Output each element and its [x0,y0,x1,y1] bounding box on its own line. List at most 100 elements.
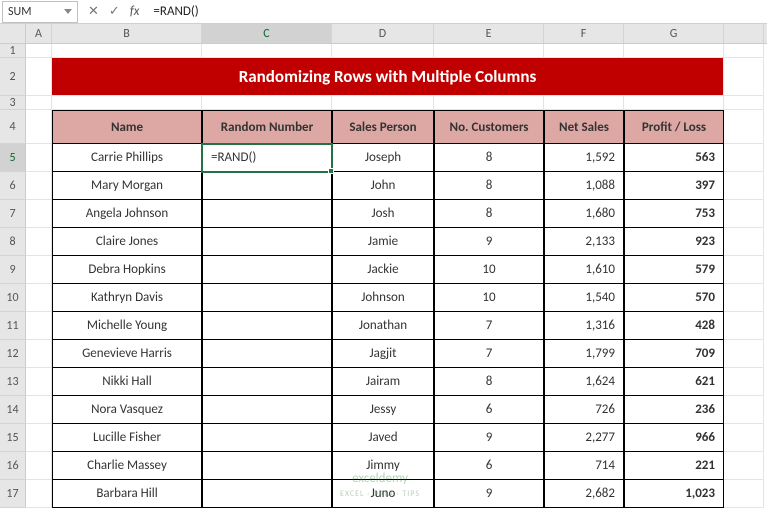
cell[interactable] [52,96,202,110]
cell[interactable] [202,96,332,110]
cell-pl[interactable]: 966 [624,424,724,452]
cell[interactable] [724,284,764,312]
cell-cust[interactable]: 8 [434,368,544,396]
cell[interactable] [26,424,52,452]
th-cust[interactable]: No. Customers [434,110,544,144]
cell[interactable] [26,110,52,144]
row-header-11[interactable]: 11 [0,312,26,340]
cell-rand[interactable] [202,172,332,200]
cell[interactable] [202,44,332,58]
cancel-icon[interactable]: ✕ [88,4,99,19]
cell-rand[interactable] [202,480,332,508]
fx-icon[interactable]: fx [130,4,140,19]
cell[interactable] [26,312,52,340]
cell-net[interactable]: 1,316 [544,312,624,340]
cell-sales[interactable]: Joseph [332,144,434,172]
cell-rand[interactable] [202,368,332,396]
cell[interactable] [332,96,434,110]
cell[interactable] [434,96,544,110]
cell-net[interactable]: 2,277 [544,424,624,452]
cell[interactable] [724,96,764,110]
row-header-17[interactable]: 17 [0,480,26,508]
cell-rand[interactable] [202,312,332,340]
cell-name[interactable]: Kathryn Davis [52,284,202,312]
cell-name[interactable]: Nora Vasquez [52,396,202,424]
row-header-16[interactable]: 16 [0,452,26,480]
cell-rand[interactable] [202,256,332,284]
cell-rand[interactable] [202,228,332,256]
cell[interactable] [26,368,52,396]
cell-sales[interactable]: Javed [332,424,434,452]
cell-net[interactable]: 1,624 [544,368,624,396]
cell-cust[interactable]: 6 [434,452,544,480]
cell-sales[interactable]: Jonathan [332,312,434,340]
cell[interactable] [724,340,764,368]
cell-pl[interactable]: 221 [624,452,724,480]
cell[interactable] [26,256,52,284]
row-header-13[interactable]: 13 [0,368,26,396]
cell[interactable] [724,396,764,424]
col-header-d[interactable]: D [332,24,434,43]
row-header-2[interactable]: 2 [0,58,26,96]
cell-net[interactable]: 1,680 [544,200,624,228]
cell-cust[interactable]: 7 [434,340,544,368]
cell[interactable] [52,44,202,58]
cell-sales[interactable]: Josh [332,200,434,228]
cell[interactable] [544,96,624,110]
cell[interactable] [26,44,52,58]
row-header-4[interactable]: 4 [0,110,26,144]
cell[interactable] [332,44,434,58]
cell-name[interactable]: Nikki Hall [52,368,202,396]
cell[interactable] [724,44,764,58]
cell-name[interactable]: Charlie Massey [52,452,202,480]
cell-sales[interactable]: Jimmy [332,452,434,480]
cell-net[interactable]: 2,133 [544,228,624,256]
row-header-8[interactable]: 8 [0,228,26,256]
cell-pl[interactable]: 709 [624,340,724,368]
th-sales[interactable]: Sales Person [332,110,434,144]
row-header-12[interactable]: 12 [0,340,26,368]
cell-sales[interactable]: John [332,172,434,200]
chevron-down-icon[interactable] [61,3,75,21]
cell-sales[interactable]: Jairam [332,368,434,396]
cell-cust[interactable]: 9 [434,228,544,256]
cell[interactable] [26,284,52,312]
cell-sales[interactable]: Juno [332,480,434,508]
cell-cust[interactable]: 10 [434,284,544,312]
select-all-corner[interactable] [0,24,26,43]
cell[interactable] [624,96,724,110]
cell[interactable] [26,172,52,200]
cell-rand[interactable] [202,200,332,228]
row-header-6[interactable]: 6 [0,172,26,200]
cell-pl[interactable]: 563 [624,144,724,172]
cell[interactable] [26,452,52,480]
cell-net[interactable]: 2,682 [544,480,624,508]
th-net[interactable]: Net Sales [544,110,624,144]
fill-handle[interactable] [328,168,334,174]
row-header-14[interactable]: 14 [0,396,26,424]
cell[interactable] [724,256,764,284]
cell[interactable] [724,452,764,480]
col-header-b[interactable]: B [52,24,202,43]
accept-icon[interactable]: ✓ [109,4,120,19]
row-header-5[interactable]: 5 [0,144,26,172]
col-header-e[interactable]: E [434,24,544,43]
cell[interactable] [724,110,764,144]
cell-name[interactable]: Lucille Fisher [52,424,202,452]
cell-pl[interactable]: 236 [624,396,724,424]
cell-net[interactable]: 1,610 [544,256,624,284]
cell[interactable] [26,228,52,256]
th-rand[interactable]: Random Number [202,110,332,144]
cell-cust[interactable]: 10 [434,256,544,284]
cell-rand[interactable] [202,424,332,452]
cell-sales[interactable]: Jamie [332,228,434,256]
cell-pl[interactable]: 753 [624,200,724,228]
cell-pl[interactable]: 923 [624,228,724,256]
cell-rand[interactable] [202,284,332,312]
row-header-7[interactable]: 7 [0,200,26,228]
cell-pl[interactable]: 621 [624,368,724,396]
name-box[interactable]: SUM [2,1,78,23]
cell[interactable] [434,44,544,58]
cell[interactable] [724,144,764,172]
title-banner[interactable]: Randomizing Rows with Multiple Columns [52,58,724,96]
